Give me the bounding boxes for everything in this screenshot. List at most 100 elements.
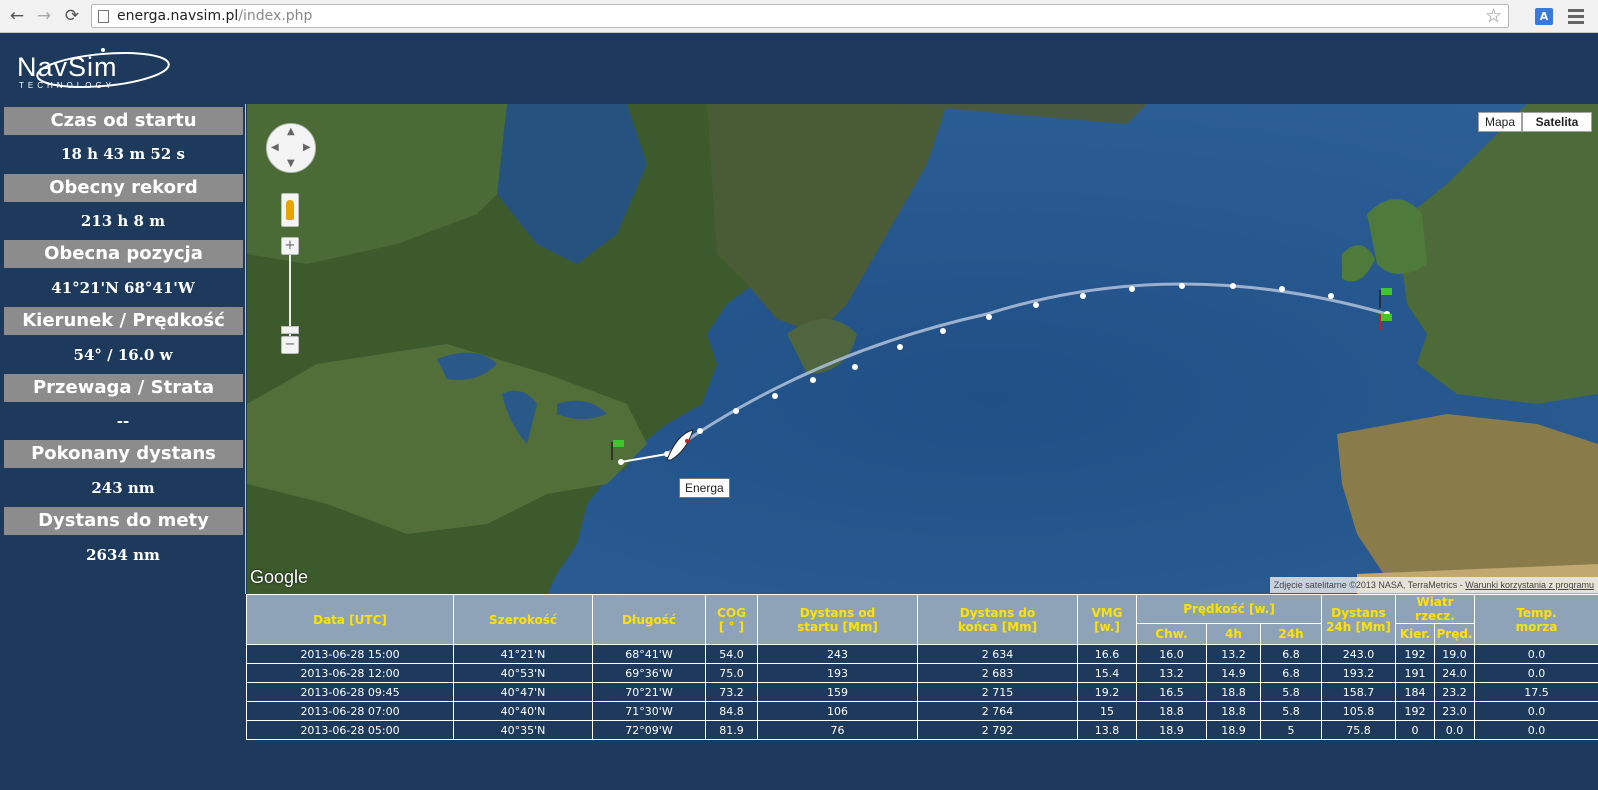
col-cog-line2: [ ° ] (718, 619, 745, 634)
cell-dist-24h: 105.8 (1321, 701, 1396, 721)
cell-vmg: 16.6 (1077, 644, 1137, 664)
page-icon (98, 10, 109, 23)
cell-cog: 73.2 (705, 682, 758, 702)
cell-date: 2013-06-28 09:45 (246, 682, 454, 702)
route-overlay (611, 282, 1392, 465)
cell-temp: 0.0 (1474, 701, 1598, 721)
race-stats-sidebar: Czas od startu 18 h 43 m 52 s Obecny rek… (0, 104, 246, 594)
col-lon: Długość (592, 594, 706, 645)
stat-value-distance-to-finish: 2634 nm (86, 546, 160, 564)
logo-subtext: TECHNOLOGY (19, 81, 116, 90)
cell-dist-24h: 193.2 (1321, 663, 1396, 683)
col-date: Data [UTC] (246, 594, 454, 645)
pan-left-icon[interactable]: ◀ (271, 142, 279, 153)
col-speed-current: Chw. (1136, 623, 1207, 645)
cell-speed-4h: 18.9 (1206, 720, 1261, 740)
cell-speed-4h: 18.8 (1206, 682, 1261, 702)
pan-up-icon[interactable]: ▲ (287, 126, 295, 137)
cell-lat: 40°47'N (453, 682, 593, 702)
bookmark-star-icon[interactable]: ☆ (1485, 5, 1502, 27)
start-flag-icon (611, 440, 624, 460)
col-temp: Temp. morza (1474, 594, 1598, 645)
cell-date: 2013-06-28 07:00 (246, 701, 454, 721)
cell-lon: 70°21'W (592, 682, 706, 702)
cell-speed-24h: 6.8 (1260, 644, 1322, 664)
cell-temp: 0.0 (1474, 663, 1598, 683)
street-view-pegman[interactable] (281, 193, 299, 227)
table-row: 2013-06-28 07:00 40°40'N 71°30'W 84.8 106 2 7… (246, 701, 1598, 721)
cell-wind-speed: 23.0 (1433, 701, 1476, 721)
boat-icon[interactable] (666, 429, 694, 461)
cell-speed-current: 13.2 (1136, 663, 1207, 683)
cell-date: 2013-06-28 12:00 (246, 663, 454, 683)
stat-value-time-since-start: 18 h 43 m 52 s (61, 145, 185, 163)
cell-speed-current: 18.8 (1136, 701, 1207, 721)
pan-control[interactable]: ▲ ▼ ◀ ▶ (266, 123, 316, 173)
terms-link[interactable]: Warunki korzystania z programu (1465, 580, 1594, 590)
cell-date: 2013-06-28 15:00 (246, 644, 454, 664)
cell-speed-4h: 13.2 (1206, 644, 1261, 664)
col-dist-start-line2: startu [Mm] (797, 619, 878, 634)
zoom-in-button[interactable]: + (281, 237, 299, 255)
cell-lon: 72°09'W (592, 720, 706, 740)
cell-wind-speed: 24.0 (1433, 663, 1476, 683)
cell-speed-4h: 14.9 (1206, 663, 1261, 683)
forward-arrow-icon[interactable]: → (33, 5, 55, 27)
pegman-icon (286, 200, 294, 220)
reload-icon[interactable]: ⟳ (61, 5, 83, 27)
stat-value-advantage-loss: -- (116, 412, 130, 430)
col-vmg-line2: [w.] (1094, 619, 1120, 634)
cell-speed-24h: 5 (1260, 720, 1322, 740)
url-path: /index.php (238, 8, 313, 24)
cell-cog: 75.0 (705, 663, 758, 683)
cell-temp: 17.5 (1474, 682, 1598, 702)
stat-value-distance-covered: 243 nm (91, 479, 155, 497)
cell-cog: 81.9 (705, 720, 758, 740)
map-type-map-button[interactable]: Mapa (1478, 112, 1522, 132)
cell-lon: 68°41'W (592, 644, 706, 664)
cell-vmg: 15.4 (1077, 663, 1137, 683)
table-row: 2013-06-28 15:00 41°21'N 68°41'W 54.0 243 2 6… (246, 644, 1598, 664)
cell-dist-start: 243 (757, 644, 918, 664)
map-type-satellite-button[interactable]: Satelita (1522, 112, 1592, 132)
table-row: 2013-06-28 12:00 40°53'N 69°36'W 75.0 193 2 6… (246, 663, 1598, 683)
col-wind-speed: Pręd. (1433, 623, 1476, 645)
cell-wind-direction: 191 (1395, 663, 1435, 683)
stat-value-current-position: 41°21'N 68°41'W (51, 279, 195, 297)
address-bar[interactable]: energa.navsim.pl/index.php ☆ (91, 4, 1509, 28)
cell-speed-current: 16.5 (1136, 682, 1207, 702)
pan-down-icon[interactable]: ▼ (287, 158, 295, 169)
stat-label-time-since-start: Czas od startu (4, 107, 243, 135)
boat-label: Energa (679, 478, 730, 498)
cell-dist-end: 2 792 (917, 720, 1078, 740)
stat-label-distance-covered: Pokonany dystans (4, 440, 243, 468)
cell-temp: 0.0 (1474, 644, 1598, 664)
position-log-table: Data [UTC] Szerokość Długość COG[ ° ] Dy… (246, 594, 1598, 740)
zoom-out-button[interactable]: − (281, 336, 299, 354)
cell-wind-speed: 0.0 (1433, 720, 1476, 740)
back-arrow-icon[interactable]: ← (6, 5, 28, 27)
cell-speed-current: 18.9 (1136, 720, 1207, 740)
google-logo[interactable]: Google (250, 567, 308, 588)
cell-dist-start: 159 (757, 682, 918, 702)
cell-dist-24h: 75.8 (1321, 720, 1396, 740)
cell-wind-direction: 184 (1395, 682, 1435, 702)
track-sailed (620, 453, 668, 463)
col-speed-24h: 24h (1260, 623, 1322, 645)
stat-label-current-record: Obecny rekord (4, 174, 243, 202)
cell-wind-direction: 192 (1395, 644, 1435, 664)
col-wind-direction: Kier. (1395, 623, 1435, 645)
satellite-map[interactable]: Mapa Satelita ▲ ▼ ◀ ▶ + − Energa Google … (247, 104, 1598, 594)
cell-wind-speed: 19.0 (1433, 644, 1476, 664)
cell-speed-24h: 5.8 (1260, 682, 1322, 702)
cell-dist-24h: 243.0 (1321, 644, 1396, 664)
menu-icon[interactable] (1568, 9, 1584, 27)
url-host: energa.navsim.pl (117, 8, 239, 24)
cell-lat: 40°35'N (453, 720, 593, 740)
zoom-slider-thumb[interactable] (281, 326, 299, 334)
col-dist-start: Dystans od startu [Mm] (757, 594, 918, 645)
url-text[interactable]: energa.navsim.pl/index.php (117, 8, 312, 24)
translate-icon[interactable]: A (1535, 8, 1553, 25)
col-dist-24h-line2: 24h [Mm] (1326, 619, 1391, 634)
pan-right-icon[interactable]: ▶ (303, 142, 311, 153)
